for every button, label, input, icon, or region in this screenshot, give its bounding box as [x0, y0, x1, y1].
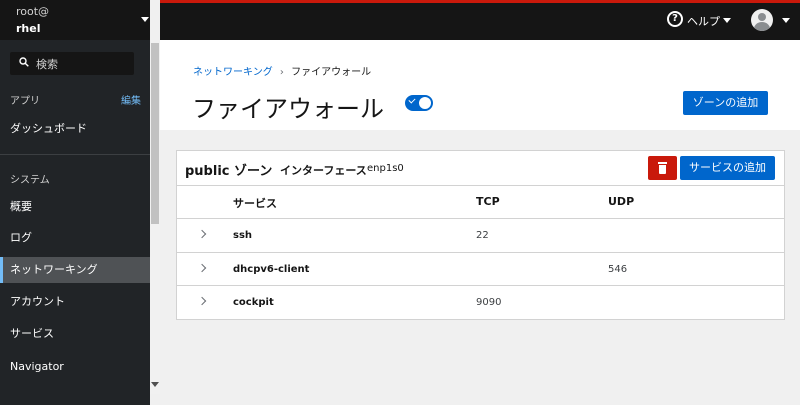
zone-title: public ゾーン	[185, 164, 273, 179]
interfaces-value: enp1s0	[367, 163, 404, 174]
card-divider	[176, 185, 785, 186]
search-input[interactable]: 検索	[10, 52, 134, 75]
sidebar-item-label: アカウント	[10, 295, 65, 308]
search-placeholder: 検索	[36, 58, 58, 71]
help-menu-label[interactable]: ヘルプ	[687, 13, 720, 29]
sidebar-item-accounts[interactable]: アカウント	[0, 289, 150, 315]
host-switcher[interactable]: root@ rhel	[0, 0, 150, 40]
column-header-tcp: TCP	[476, 195, 500, 208]
table-divider	[176, 218, 785, 219]
page-title: ファイアウォール	[192, 95, 384, 123]
table-cell-service: dhcpv6-client	[233, 264, 310, 275]
breadcrumb-separator: ›	[279, 67, 284, 78]
sidebar-item-label: ダッシュボード	[10, 122, 87, 135]
sidebar-item-label: Navigator	[10, 360, 64, 373]
trash-icon	[658, 162, 667, 164]
sidebar: root@ rhel 検索 アプリ 編集 ダッシュボード システム 概要 ログ …	[0, 0, 150, 405]
sidebar-item-overview[interactable]: 概要	[0, 194, 150, 220]
check-icon	[408, 96, 416, 104]
search-icon	[19, 57, 29, 67]
scroll-down-arrow-icon[interactable]	[151, 382, 159, 387]
chevron-down-icon[interactable]	[723, 18, 731, 23]
sidebar-divider	[0, 154, 150, 155]
breadcrumb-current: ファイアウォール	[291, 67, 372, 78]
table-cell-service: cockpit	[233, 297, 274, 308]
interfaces-label: インターフェース	[280, 164, 367, 177]
column-header-udp: UDP	[608, 195, 635, 208]
delete-zone-button[interactable]	[648, 156, 677, 180]
add-service-button[interactable]: サービスの追加	[680, 156, 775, 180]
table-cell-udp: 546	[608, 264, 628, 275]
apps-section-label: アプリ	[10, 96, 40, 107]
avatar-body	[754, 22, 770, 31]
trash-icon-body	[659, 165, 666, 174]
chevron-down-icon[interactable]	[782, 18, 790, 23]
chevron-down-icon[interactable]	[141, 17, 149, 22]
sidebar-scrollbar-thumb[interactable]	[151, 43, 159, 224]
table-cell-tcp: 22	[476, 230, 489, 241]
table-divider	[176, 285, 785, 286]
edit-apps-link[interactable]: 編集	[121, 92, 141, 107]
sidebar-item-label: ネットワーキング	[10, 263, 98, 276]
sidebar-item-label: ログ	[10, 231, 32, 244]
table-divider	[176, 252, 785, 253]
column-header-service: サービス	[233, 197, 277, 210]
sidebar-item-navigator[interactable]: Navigator	[0, 354, 150, 380]
sidebar-item-services[interactable]: サービス	[0, 321, 150, 347]
breadcrumb: ネットワーキング › ファイアウォール	[193, 63, 371, 78]
host-user: root@	[16, 5, 50, 18]
sidebar-item-dashboard[interactable]: ダッシュボード	[0, 116, 150, 142]
add-zone-button[interactable]: ゾーンの追加	[683, 91, 768, 115]
avatar-head	[758, 13, 766, 21]
table-cell-service: ssh	[233, 230, 253, 241]
sidebar-item-label: 概要	[10, 200, 32, 213]
sidebar-item-label: サービス	[10, 327, 54, 340]
host-name: rhel	[16, 22, 41, 35]
sidebar-item-logs[interactable]: ログ	[0, 225, 150, 251]
system-section-label: システム	[10, 175, 50, 186]
firewall-toggle-switch[interactable]	[405, 95, 433, 111]
avatar[interactable]	[751, 9, 773, 31]
breadcrumb-networking-link[interactable]: ネットワーキング	[193, 67, 273, 78]
switch-knob	[419, 97, 431, 109]
table-cell-tcp: 9090	[476, 297, 502, 308]
help-icon[interactable]: ?	[667, 11, 683, 27]
sidebar-item-networking[interactable]: ネットワーキング	[0, 257, 150, 283]
